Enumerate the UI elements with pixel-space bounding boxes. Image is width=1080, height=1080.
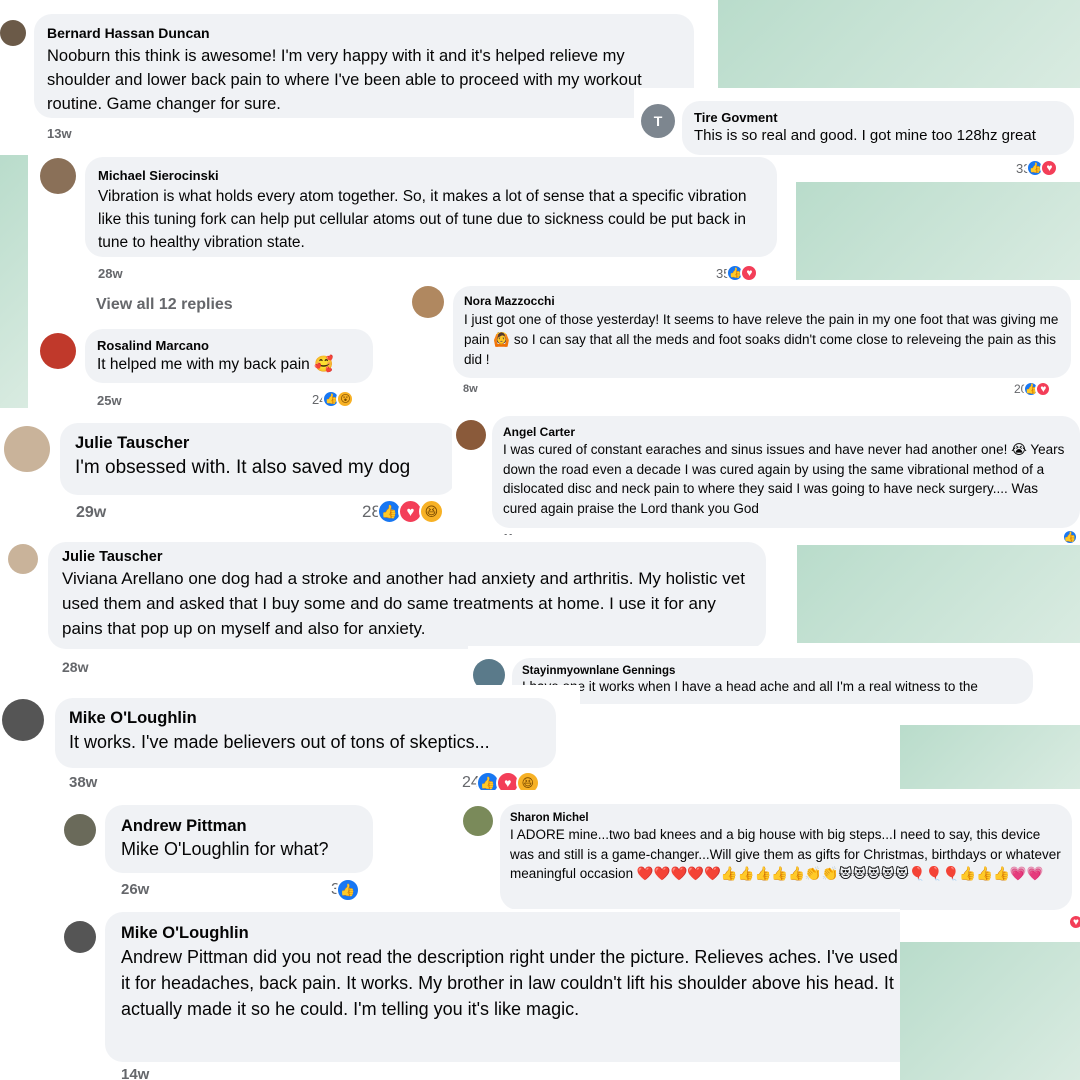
- comment-text: Vibration is what holds every atom toget…: [98, 188, 747, 251]
- comment-text: This is so real and good. I got mine too…: [694, 127, 1036, 144]
- avatar[interactable]: [8, 544, 38, 574]
- avatar[interactable]: [64, 814, 96, 846]
- comment-text: Mike O'Loughlin for what?: [121, 839, 329, 859]
- like-icon: 👍: [335, 878, 360, 902]
- comment-text: It works. I've made believers out of ton…: [69, 732, 490, 752]
- avatar[interactable]: [2, 699, 44, 741]
- reaction-summary[interactable]: 24 👍 😮: [312, 390, 355, 408]
- comment-text: Andrew Pittman did you not read the desc…: [121, 947, 898, 1019]
- comment-bubble: Rosalind Marcano It helped me with my ba…: [85, 329, 373, 383]
- comment-bubble: Nora Mazzocchi I just got one of those y…: [453, 286, 1071, 378]
- comment-text: Viviana Arellano one dog had a stroke an…: [62, 569, 745, 638]
- comment-bubble: Julie Tauscher Viviana Arellano one dog …: [48, 542, 766, 649]
- comment-author[interactable]: Tire Govment: [694, 110, 1062, 125]
- comment-text: I'm obsessed with. It also saved my dog: [75, 457, 411, 478]
- comment-author[interactable]: Sharon Michel: [510, 812, 1062, 824]
- comment-card: Andrew Pittman Mike O'Loughlin for what?…: [50, 797, 460, 909]
- reaction-summary[interactable]: 28 👍 ♥ 😆: [362, 499, 444, 524]
- avatar[interactable]: [456, 420, 486, 450]
- comment-bubble: Mike O'Loughlin Andrew Pittman did you n…: [105, 912, 900, 1062]
- love-icon: ♥: [1068, 914, 1080, 930]
- avatar[interactable]: [40, 158, 76, 194]
- avatar[interactable]: [4, 426, 50, 472]
- comment-bubble: Bernard Hassan Duncan Nooburn this think…: [34, 14, 694, 118]
- comment-author[interactable]: Angel Carter: [503, 425, 1069, 439]
- background-panel: [796, 182, 1080, 282]
- comment-time[interactable]: 13w: [47, 126, 72, 141]
- avatar[interactable]: T: [641, 104, 675, 138]
- comment-author[interactable]: Andrew Pittman: [121, 817, 357, 836]
- avatar[interactable]: [0, 20, 26, 46]
- comment-text: I just got one of those yesterday! It se…: [464, 312, 1059, 367]
- comment-bubble: Sharon Michel I ADORE mine...two bad kne…: [500, 804, 1072, 910]
- comment-author[interactable]: Mike O'Loughlin: [121, 924, 900, 943]
- comment-author[interactable]: Nora Mazzocchi: [464, 294, 1060, 308]
- comment-author[interactable]: Bernard Hassan Duncan: [47, 25, 681, 41]
- comment-card: Julie Tauscher I'm obsessed with. It als…: [0, 410, 465, 535]
- comment-card: Mike O'Loughlin Andrew Pittman did you n…: [50, 909, 900, 1080]
- comment-author[interactable]: Michael Sierocinski: [98, 168, 764, 183]
- haha-icon: 😆: [418, 499, 444, 524]
- reaction-summary[interactable]: ♥: [1064, 914, 1080, 930]
- avatar-letter: T: [653, 113, 663, 129]
- comment-bubble: Stayinmyownlane Gennings I have one it w…: [512, 658, 1033, 709]
- comment-text: I was cured of constant earaches and sin…: [503, 442, 1065, 516]
- avatar[interactable]: [463, 806, 493, 836]
- comment-time[interactable]: 25w: [97, 393, 122, 408]
- comment-text: It helped me with my back pain 🥰: [97, 356, 334, 373]
- avatar[interactable]: [64, 921, 96, 953]
- reaction-summary[interactable]: 3 👍: [331, 878, 360, 902]
- comment-card: Rosalind Marcano It helped me with my ba…: [28, 325, 408, 408]
- comment-text: I ADORE mine...two bad knees and a big h…: [510, 827, 1061, 881]
- comment-time[interactable]: 14w: [121, 1066, 149, 1080]
- comment-author[interactable]: Rosalind Marcano: [97, 338, 361, 353]
- comment-card: Angel Carter I was cured of constant ear…: [452, 408, 1080, 545]
- reaction-summary[interactable]: 33 👍 ♥: [1016, 159, 1059, 177]
- comment-card: Bernard Hassan Duncan Nooburn this think…: [0, 0, 718, 152]
- view-replies-link[interactable]: View all 12 replies: [96, 296, 233, 314]
- like-icon: 👍: [1062, 529, 1078, 545]
- comment-bubble: Andrew Pittman Mike O'Loughlin for what?: [105, 805, 373, 873]
- comment-time[interactable]: 38w: [69, 774, 97, 791]
- background-panel: [0, 155, 28, 408]
- comment-time[interactable]: 29w: [76, 504, 106, 522]
- comment-card: Nora Mazzocchi I just got one of those y…: [408, 280, 1080, 408]
- background-panel: [797, 545, 1080, 643]
- love-icon: ♥: [1035, 381, 1052, 397]
- comment-bubble: Michael Sierocinski Vibration is what ho…: [85, 157, 777, 257]
- comment-bubble: Tire Govment This is so real and good. I…: [682, 101, 1074, 155]
- comment-bubble: Julie Tauscher I'm obsessed with. It als…: [60, 423, 456, 495]
- comment-bubble: Angel Carter I was cured of constant ear…: [492, 416, 1080, 528]
- reaction-summary[interactable]: 👍: [1058, 529, 1078, 545]
- comment-author[interactable]: Julie Tauscher: [75, 434, 441, 453]
- comment-time[interactable]: 26w: [121, 881, 149, 898]
- comment-bubble: Mike O'Loughlin It works. I've made beli…: [55, 698, 556, 768]
- comment-text: Nooburn this think is awesome! I'm very …: [47, 47, 642, 113]
- comment-text: I have one it works when I have a head a…: [522, 679, 978, 709]
- background-panel: [900, 942, 1080, 1080]
- comment-author[interactable]: Stayinmyownlane Gennings: [522, 665, 1023, 677]
- wow-icon: 😮: [336, 390, 355, 408]
- comment-time[interactable]: 8w: [463, 383, 478, 395]
- comment-author[interactable]: Julie Tauscher: [62, 549, 752, 565]
- background-panel: [718, 0, 1080, 88]
- reaction-summary[interactable]: 20 👍 ♥: [1014, 381, 1052, 397]
- comment-time[interactable]: 28w: [98, 266, 123, 281]
- comment-time[interactable]: 28w: [62, 659, 88, 675]
- love-icon: ♥: [1040, 159, 1059, 177]
- avatar[interactable]: [40, 333, 76, 369]
- avatar[interactable]: [412, 286, 444, 318]
- background-panel: [900, 725, 1080, 789]
- comment-author[interactable]: Mike O'Loughlin: [69, 709, 542, 728]
- comment-card: Mike O'Loughlin It works. I've made beli…: [0, 685, 580, 797]
